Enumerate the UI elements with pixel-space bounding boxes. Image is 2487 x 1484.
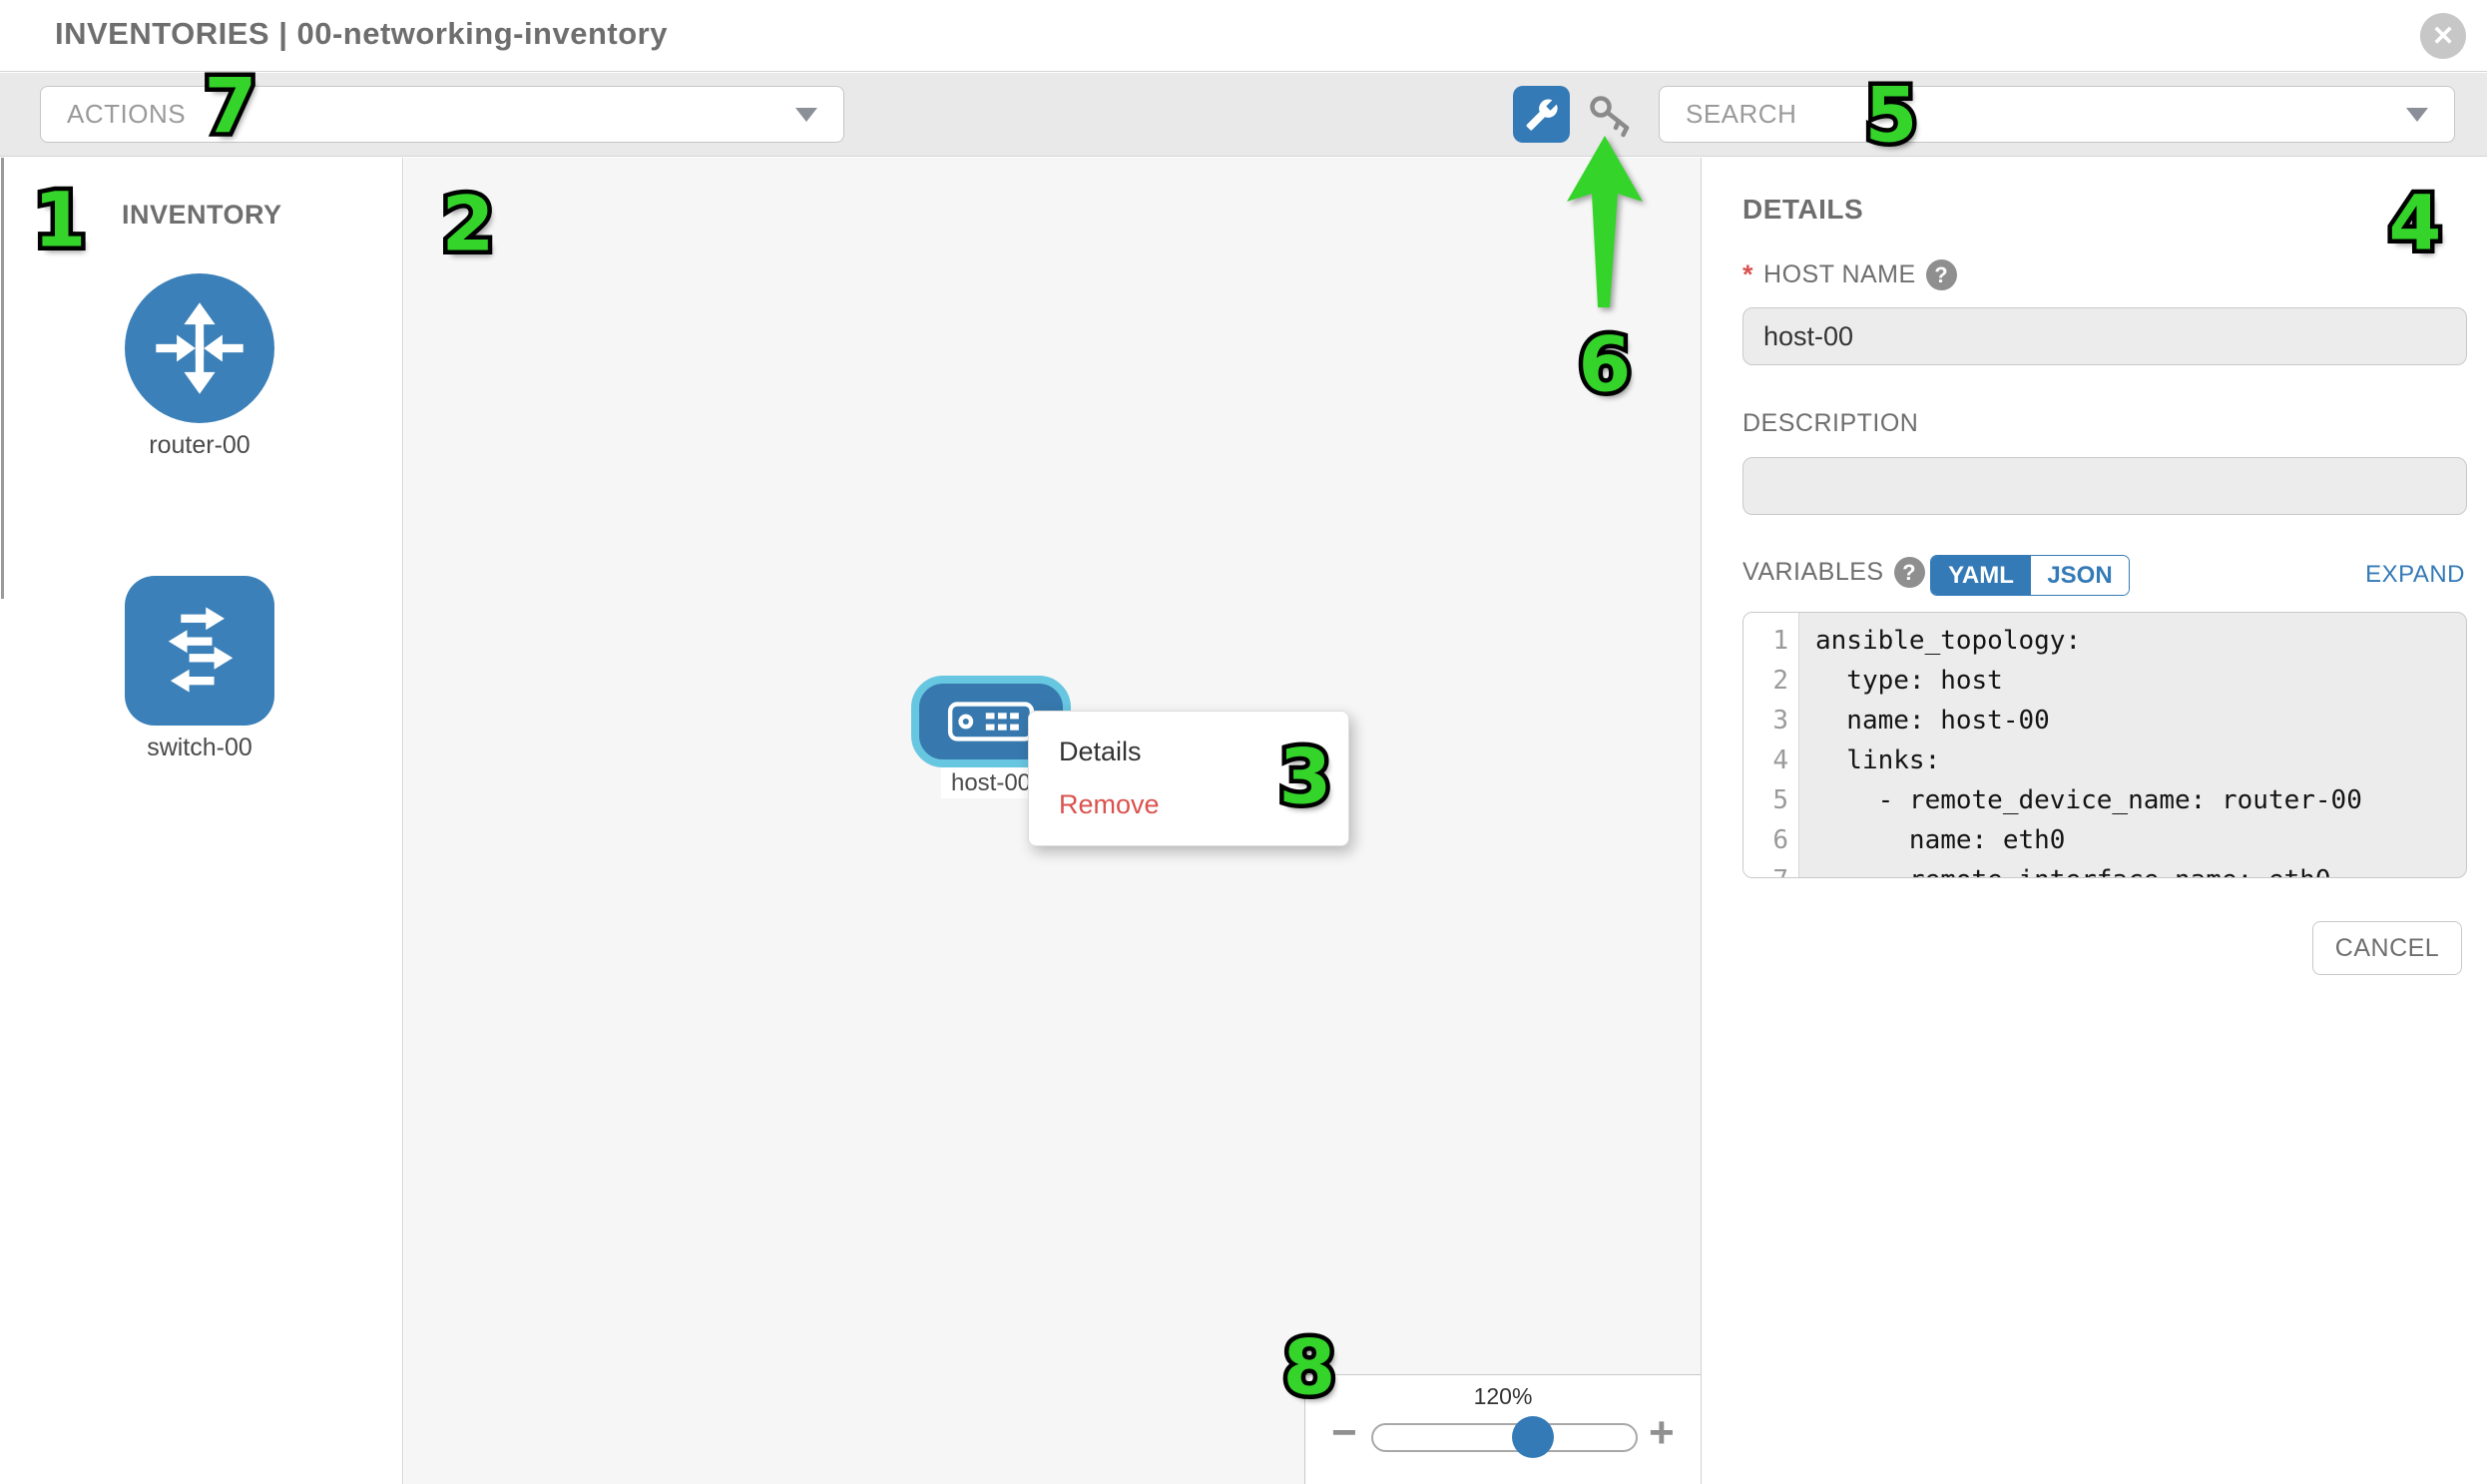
device-router-00[interactable]: [125, 273, 274, 423]
required-marker: *: [1742, 259, 1753, 290]
variables-code-editor[interactable]: 1 2 3 4 5 6 7 ansible_topology: type: ho…: [1742, 612, 2467, 878]
zoom-slider-track[interactable]: [1371, 1423, 1638, 1452]
router-icon: [148, 296, 251, 400]
switch-icon: [148, 599, 251, 703]
tools-button[interactable]: [1513, 86, 1570, 143]
code-content: ansible_topology: type: host name: host-…: [1799, 613, 2466, 877]
inventory-sidebar: INVENTORY router-00 switch-00: [0, 158, 403, 1484]
key-button[interactable]: [1587, 93, 1637, 141]
actions-dropdown-label: ACTIONS: [67, 99, 186, 130]
zoom-control-panel: 120% − +: [1304, 1374, 1701, 1484]
expand-link[interactable]: EXPAND: [2365, 561, 2465, 589]
device-label: switch-00: [77, 734, 322, 762]
menu-item-remove[interactable]: Remove: [1029, 778, 1348, 831]
variables-label: VARIABLES: [1742, 558, 1884, 587]
details-heading: DETAILS: [1742, 194, 1863, 226]
device-label: router-00: [77, 431, 322, 460]
topology-canvas[interactable]: host-00 Details Remove 120% − +: [404, 158, 1702, 1484]
menu-item-details[interactable]: Details: [1029, 726, 1348, 778]
yaml-toggle-button[interactable]: YAML: [1931, 556, 2031, 595]
host-icon: [947, 702, 1035, 742]
host-name-input[interactable]: [1742, 307, 2467, 365]
code-line-numbers: 1 2 3 4 5 6 7: [1743, 613, 1799, 877]
help-icon[interactable]: ?: [1926, 259, 1957, 290]
zoom-out-button[interactable]: −: [1331, 1411, 1357, 1455]
cancel-button[interactable]: CANCEL: [2312, 921, 2462, 975]
host-name-label: HOST NAME: [1763, 260, 1916, 289]
variables-format-toggle: YAML JSON: [1930, 555, 2130, 596]
variables-label-row: VARIABLES ?: [1742, 557, 1925, 588]
zoom-slider-thumb[interactable]: [1512, 1416, 1554, 1458]
description-input[interactable]: [1742, 457, 2467, 515]
details-panel: DETAILS * HOST NAME ? DESCRIPTION VARIAB…: [1703, 158, 2487, 1484]
help-icon[interactable]: ?: [1894, 557, 1925, 588]
wrench-icon: [1525, 98, 1559, 132]
sidebar-scrollbar[interactable]: [1, 158, 4, 599]
search-dropdown[interactable]: SEARCH: [1659, 86, 2455, 143]
description-label-row: DESCRIPTION: [1742, 409, 1918, 438]
chevron-down-icon: [795, 108, 817, 122]
json-toggle-button[interactable]: JSON: [2031, 556, 2129, 595]
sidebar-heading: INVENTORY: [122, 200, 282, 231]
page-title: INVENTORIES | 00-networking-inventory: [55, 16, 668, 52]
toolbar: ACTIONS SEARCH: [0, 73, 2487, 157]
context-menu: Details Remove: [1028, 711, 1349, 846]
close-icon[interactable]: ✕: [2420, 13, 2466, 59]
actions-dropdown[interactable]: ACTIONS: [40, 86, 844, 143]
search-dropdown-label: SEARCH: [1686, 99, 1796, 130]
device-switch-00[interactable]: [125, 576, 274, 726]
key-icon: [1587, 93, 1637, 141]
zoom-in-button[interactable]: +: [1649, 1411, 1675, 1455]
description-label: DESCRIPTION: [1742, 409, 1918, 438]
chevron-down-icon: [2406, 108, 2428, 122]
app-header: INVENTORIES | 00-networking-inventory ✕: [0, 0, 2487, 72]
zoom-level-readout: 120%: [1305, 1383, 1701, 1410]
host-name-label-row: * HOST NAME ?: [1742, 259, 1957, 290]
